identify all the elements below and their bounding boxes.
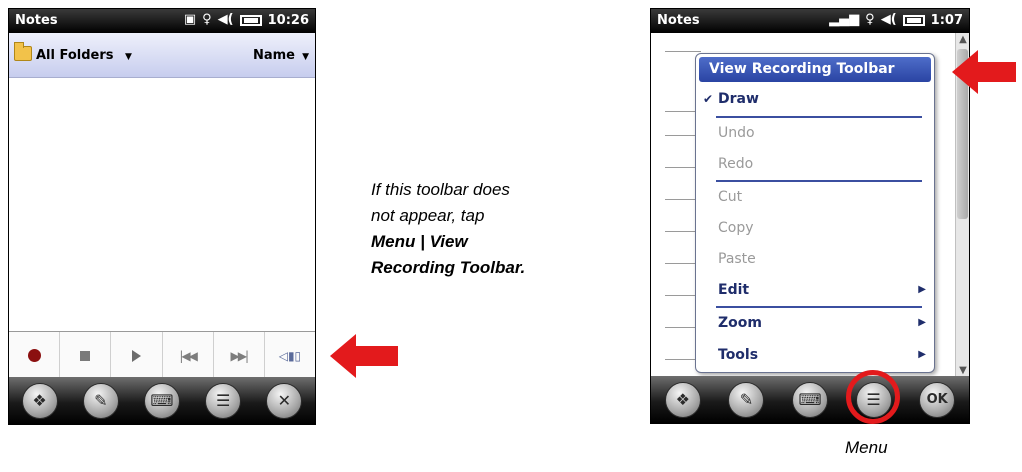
keyboard-button[interactable]: ⌨ — [791, 381, 828, 418]
close-icon: ✕ — [277, 391, 292, 410]
menu-item-cut: Cut — [718, 189, 743, 205]
clock[interactable]: 10:26 — [268, 13, 309, 28]
menu-item-undo: Undo — [718, 125, 755, 141]
new-note-button[interactable]: ✎ — [82, 382, 119, 419]
ok-button[interactable]: OK — [919, 381, 956, 418]
red-arrow-icon — [330, 334, 398, 378]
menu-item-copy: Copy — [718, 220, 754, 236]
recording-toolbar: |◀◀ ▶▶| ◁▮▯ — [9, 331, 315, 379]
windows-icon: ❖ — [675, 390, 690, 409]
status-bar: Notes ▂▄▆ ♀ ◀( 1:07 — [651, 9, 969, 33]
app-title: Notes — [15, 13, 58, 28]
status-icons: ▣ ♀ ◀( 10:26 — [184, 12, 309, 28]
keyboard-icon: ⌨ — [798, 390, 822, 409]
menu-item-tools[interactable]: Tools ▶ — [696, 340, 934, 370]
play-button[interactable] — [110, 332, 161, 379]
keyboard-button[interactable]: ⌨ — [143, 382, 180, 419]
instruction-line: If this toolbar does — [371, 180, 510, 199]
chevron-down-icon[interactable]: ▼ — [125, 52, 132, 62]
menu-item-draw[interactable]: ✔ Draw — [696, 84, 934, 114]
windows-icon: ❖ — [32, 391, 47, 410]
stop-icon — [80, 350, 91, 361]
volume-button[interactable]: ◁▮▯ — [263, 332, 315, 379]
instruction-line: not appear, tap — [371, 206, 485, 225]
left-phone-screen: Notes ▣ ♀ ◀( 10:26 All Folders ▼ Name ▼ … — [8, 8, 316, 425]
play-icon — [131, 349, 141, 362]
red-arrow-icon — [952, 50, 1016, 94]
instruction-line-bold: Menu | View — [371, 232, 468, 251]
next-button[interactable]: ▶▶| — [212, 332, 264, 379]
new-note-icon: ✎ — [739, 390, 754, 409]
chevron-down-icon[interactable]: ▼ — [302, 52, 309, 62]
right-phone-screen: Notes ▂▄▆ ♀ ◀( 1:07 ▲ ▼ View Recording T… — [650, 8, 970, 424]
instruction-text: If this toolbar does not appear, tap Men… — [371, 177, 631, 281]
soft-key-bar: ❖ ✎ ⌨ ☰ OK — [651, 376, 969, 423]
popup-menu: View Recording Toolbar ✔ Draw Undo Redo C… — [695, 53, 935, 373]
close-button[interactable]: ✕ — [266, 382, 303, 419]
status-bar: Notes ▣ ♀ ◀( 10:26 — [9, 9, 315, 33]
previous-button[interactable]: |◀◀ — [161, 332, 213, 379]
soft-key-bar: ❖ ✎ ⌨ ☰ ✕ — [9, 377, 315, 424]
record-icon — [27, 349, 41, 362]
scroll-up-icon[interactable]: ▲ — [956, 33, 969, 47]
menu-icon: ☰ — [215, 391, 231, 410]
windows-start-button[interactable]: ❖ — [664, 381, 701, 418]
next-icon: ▶▶| — [230, 348, 249, 363]
menu-item-redo: Redo — [718, 156, 754, 172]
checkmark-icon: ✔ — [703, 92, 714, 106]
new-note-icon: ✎ — [94, 391, 108, 410]
notes-list-area[interactable] — [9, 78, 315, 326]
windows-start-button[interactable]: ❖ — [21, 382, 58, 419]
menu-item-edit[interactable]: Edit ▶ — [696, 275, 934, 305]
new-note-button[interactable]: ✎ — [728, 381, 765, 418]
menu-button[interactable]: ☰ — [205, 382, 242, 419]
menu-caption: Menu — [845, 438, 888, 457]
folder-bar: All Folders ▼ Name ▼ — [9, 33, 315, 78]
folder-dropdown[interactable]: All Folders — [36, 48, 114, 63]
battery-icon[interactable] — [902, 14, 925, 26]
clock[interactable]: 1:07 — [931, 13, 963, 28]
battery-icon[interactable] — [239, 14, 262, 26]
notification-icon[interactable]: ▣ — [184, 12, 196, 28]
connectivity-icon[interactable]: ♀ — [865, 12, 875, 28]
menu-highlight-circle — [846, 370, 900, 424]
speaker-icon[interactable]: ◀( — [218, 12, 234, 28]
status-icons: ▂▄▆ ♀ ◀( 1:07 — [829, 12, 963, 28]
submenu-arrow-icon: ▶ — [918, 284, 926, 295]
menu-item-view-recording-toolbar[interactable]: View Recording Toolbar — [699, 57, 931, 82]
app-title: Notes — [657, 13, 700, 28]
folder-icon — [14, 42, 32, 61]
rule-line — [665, 51, 701, 52]
submenu-arrow-icon: ▶ — [918, 349, 926, 360]
volume-icon: ◁▮▯ — [278, 348, 302, 363]
connectivity-icon[interactable]: ♀ — [202, 12, 212, 28]
sort-dropdown[interactable]: Name — [253, 48, 295, 63]
menu-item-paste: Paste — [718, 251, 756, 267]
submenu-arrow-icon: ▶ — [918, 317, 926, 328]
signal-icon[interactable]: ▂▄▆ — [829, 12, 859, 28]
stop-button[interactable] — [59, 332, 110, 379]
previous-icon: |◀◀ — [179, 348, 197, 363]
record-button[interactable] — [9, 332, 59, 379]
speaker-icon[interactable]: ◀( — [881, 12, 897, 28]
keyboard-icon: ⌨ — [150, 391, 174, 410]
instruction-line-bold: Recording Toolbar. — [371, 258, 526, 277]
menu-item-zoom[interactable]: Zoom ▶ — [696, 308, 934, 338]
